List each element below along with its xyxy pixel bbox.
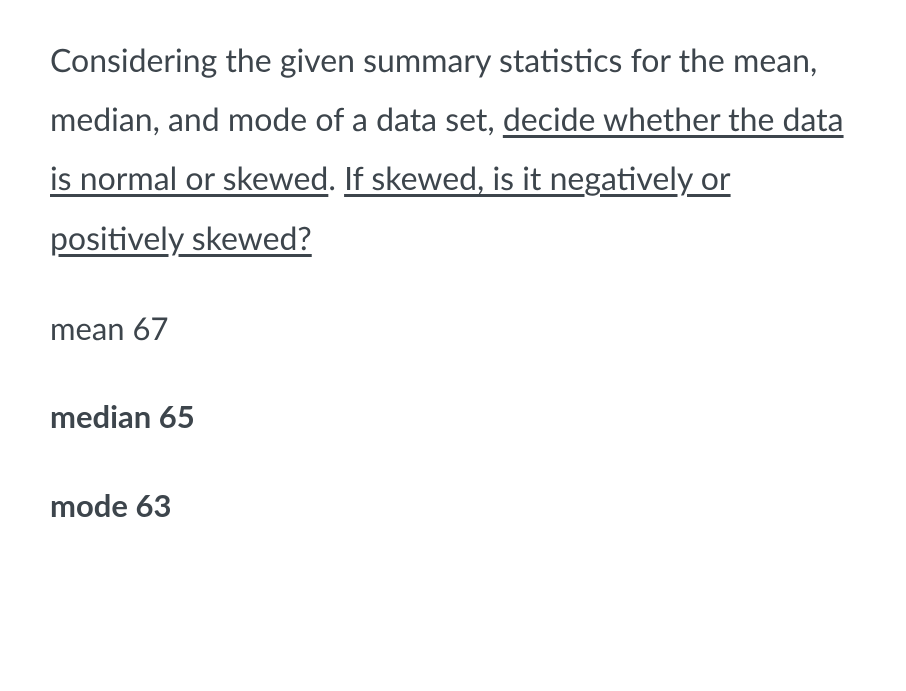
stat-mean: mean 67 — [50, 305, 856, 352]
question-container: Considering the given summary statistics… — [50, 30, 856, 528]
stat-median-label: median — [50, 397, 151, 435]
stat-median-value: 65 — [159, 397, 195, 435]
stat-mode-label: mode — [50, 486, 128, 524]
question-separator: . — [328, 158, 344, 197]
stat-mode-value: 63 — [135, 486, 171, 524]
stat-mean-label: mean — [50, 309, 125, 347]
stat-mode: mode 63 — [50, 482, 856, 529]
stat-median: median 65 — [50, 393, 856, 440]
stat-mean-value: 67 — [133, 309, 169, 347]
question-prompt: Considering the given summary statistics… — [50, 30, 856, 267]
